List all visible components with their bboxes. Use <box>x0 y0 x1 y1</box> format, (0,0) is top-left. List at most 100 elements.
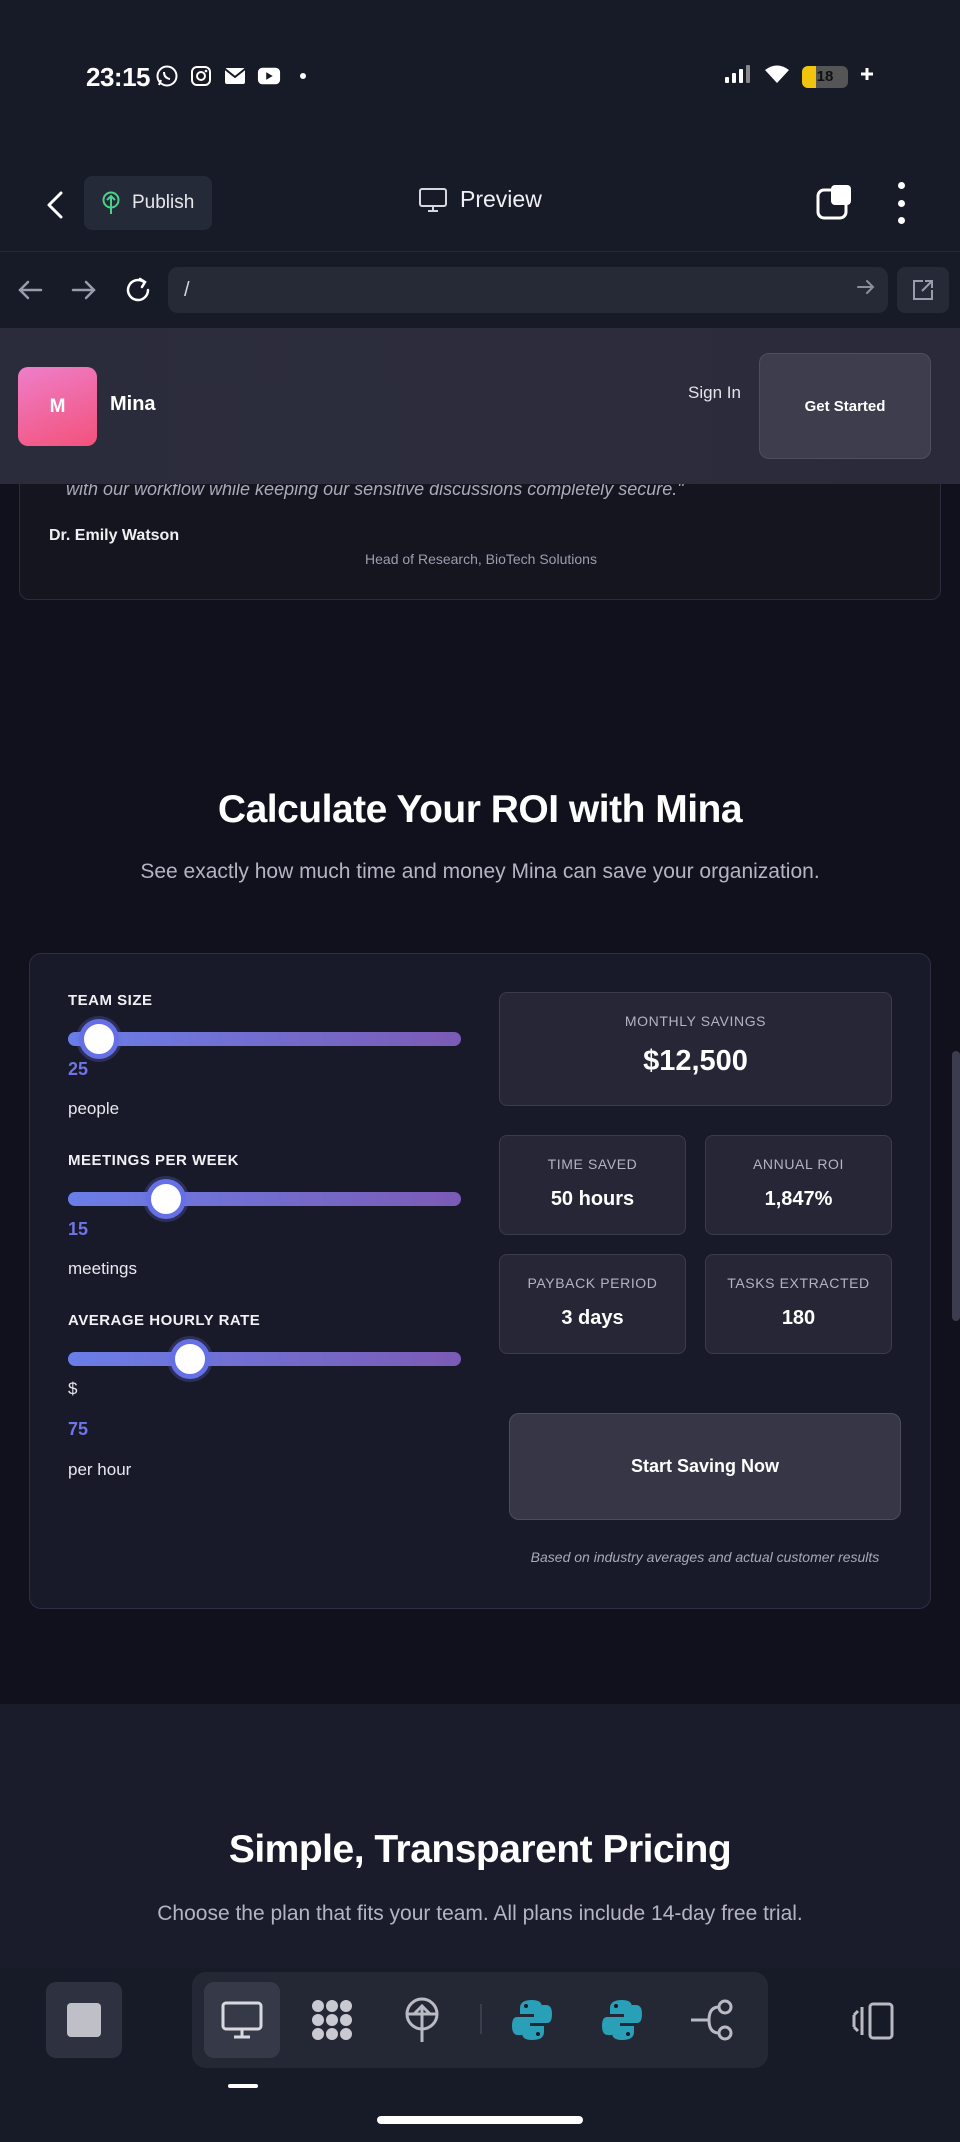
python-tool-button-2[interactable] <box>584 1982 660 2058</box>
payback-period-value: 3 days <box>561 1307 624 1329</box>
roi-subtitle: See exactly how much time and money Mina… <box>140 860 820 883</box>
tasks-extracted-label: TASKS EXTRACTED <box>727 1275 870 1291</box>
python-icon <box>512 2000 552 2040</box>
wifi-icon <box>764 64 790 89</box>
tasks-extracted-card: TASKS EXTRACTED 180 <box>705 1254 892 1354</box>
status-bar: 23:15 18 <box>0 0 960 160</box>
stop-button[interactable] <box>46 1982 122 2058</box>
annual-roi-card: ANNUAL ROI 1,847% <box>705 1135 892 1235</box>
tabs-button[interactable] <box>815 182 855 222</box>
preview-title: Preview <box>418 186 542 213</box>
team-size-slider[interactable] <box>68 1019 461 1059</box>
browser-forward-button[interactable] <box>64 270 104 310</box>
meetings-label: MEETINGS PER WEEK <box>68 1152 240 1169</box>
team-size-value: 25 <box>68 1059 89 1079</box>
antenna-icon <box>405 1997 439 2042</box>
youtube-icon <box>257 64 281 88</box>
app-toolbar: Publish Preview <box>0 160 960 252</box>
web-page: with our workflow while keeping our sens… <box>0 328 960 1968</box>
active-tab-indicator <box>228 2084 258 2088</box>
payback-period-label: PAYBACK PERIOD <box>527 1275 658 1291</box>
meetings-slider[interactable] <box>68 1179 461 1219</box>
team-size-unit: people <box>68 1099 120 1118</box>
hourly-rate-slider[interactable] <box>68 1339 461 1379</box>
back-button[interactable] <box>38 188 72 222</box>
panel-icon <box>852 2002 894 2040</box>
python-tool-button-1[interactable] <box>494 1982 570 2058</box>
grid-dots-icon <box>312 2000 352 2040</box>
monthly-savings-card: MONTHLY SAVINGS $12,500 <box>499 992 892 1106</box>
time-saved-value: 50 hours <box>550 1188 635 1210</box>
whatsapp-icon <box>155 64 179 88</box>
time-saved-card: TIME SAVED 50 hours <box>499 1135 686 1235</box>
hourly-rate-currency: $ <box>68 1379 78 1398</box>
bottom-toolbar <box>0 1968 960 2142</box>
app-root: 23:15 18 Publish Preview / with our work… <box>0 0 960 2142</box>
monthly-savings-label: MONTHLY SAVINGS <box>624 1013 767 1029</box>
testimonial-author: Dr. Emily Watson <box>49 527 180 544</box>
publish-button[interactable]: Publish <box>84 176 212 230</box>
preview-label: Preview <box>460 186 542 212</box>
monitor-icon <box>419 187 447 212</box>
sign-in-link[interactable]: Sign In <box>688 381 748 405</box>
meetings-value: 15 <box>68 1219 89 1239</box>
monthly-savings-value: $12,500 <box>643 1045 748 1077</box>
annual-roi-label: ANNUAL ROI <box>752 1156 845 1172</box>
meetings-slider-handle[interactable] <box>146 1179 187 1219</box>
python-icon <box>602 2000 642 2040</box>
stop-icon <box>67 2003 101 2037</box>
roi-title: Calculate Your ROI with Mina <box>217 788 743 831</box>
team-size-label: TEAM SIZE <box>68 992 153 1009</box>
pricing-subtitle: Choose the plan that fits your team. All… <box>157 1902 803 1925</box>
notification-icons <box>155 64 315 88</box>
charging-plus-icon <box>860 67 874 86</box>
grid-tool-button[interactable] <box>294 1982 370 2058</box>
brand-name[interactable]: Mina <box>110 393 156 416</box>
logo-letter: M <box>49 395 66 417</box>
share-tool-button[interactable] <box>674 1982 750 2058</box>
antenna-tool-button[interactable] <box>384 1982 460 2058</box>
hourly-rate-label: AVERAGE HOURLY RATE <box>68 1312 261 1329</box>
site-header: M Mina Sign In Get Started <box>0 328 960 484</box>
desktop-tool-button[interactable] <box>204 1982 280 2058</box>
more-options-button[interactable] <box>886 182 916 224</box>
hourly-rate-unit: per hour <box>68 1460 132 1479</box>
page-scrollbar[interactable] <box>952 1051 960 1321</box>
tasks-extracted-value: 180 <box>781 1307 816 1329</box>
signal-icon <box>724 64 752 89</box>
back-icon <box>47 191 63 219</box>
browser-bar: / <box>0 252 960 328</box>
share-node-icon <box>691 1999 733 2041</box>
url-go-icon[interactable] <box>856 277 876 303</box>
desktop-icon <box>221 2001 263 2039</box>
site-logo[interactable]: M <box>18 367 97 446</box>
hourly-rate-value: 75 <box>68 1419 89 1439</box>
open-external-button[interactable] <box>897 267 949 313</box>
url-input[interactable]: / <box>168 267 888 313</box>
battery-icon: 18 <box>802 65 848 88</box>
status-time: 23:15 <box>86 62 151 92</box>
publish-label: Publish <box>132 192 195 213</box>
instagram-icon <box>189 64 213 88</box>
browser-back-button[interactable] <box>10 270 50 310</box>
home-indicator[interactable] <box>377 2116 583 2124</box>
annual-roi-value: 1,847% <box>764 1188 833 1210</box>
hourly-rate-slider-handle[interactable] <box>169 1339 210 1379</box>
battery-level: 18 <box>816 68 834 85</box>
start-saving-button[interactable]: Start Saving Now <box>509 1413 901 1520</box>
roi-calculator: TEAM SIZE 25 people MEETINGS PER WEEK 15… <box>29 953 931 1609</box>
mail-icon <box>223 64 247 88</box>
reload-button[interactable] <box>118 270 158 310</box>
reload-icon <box>126 277 150 302</box>
side-panel-button[interactable] <box>848 1996 898 2046</box>
arrow-right-icon <box>71 280 96 300</box>
team-size-slider-handle[interactable] <box>79 1019 120 1059</box>
payback-period-card: PAYBACK PERIOD 3 days <box>499 1254 686 1354</box>
tool-group <box>192 1972 768 2068</box>
pricing-section: Simple, Transparent Pricing Choose the p… <box>0 1704 960 1968</box>
external-link-icon <box>913 280 933 300</box>
arrow-left-icon <box>18 280 43 300</box>
url-text: / <box>184 278 190 301</box>
get-started-button[interactable]: Get Started <box>759 353 931 459</box>
dot-icon <box>291 64 315 88</box>
